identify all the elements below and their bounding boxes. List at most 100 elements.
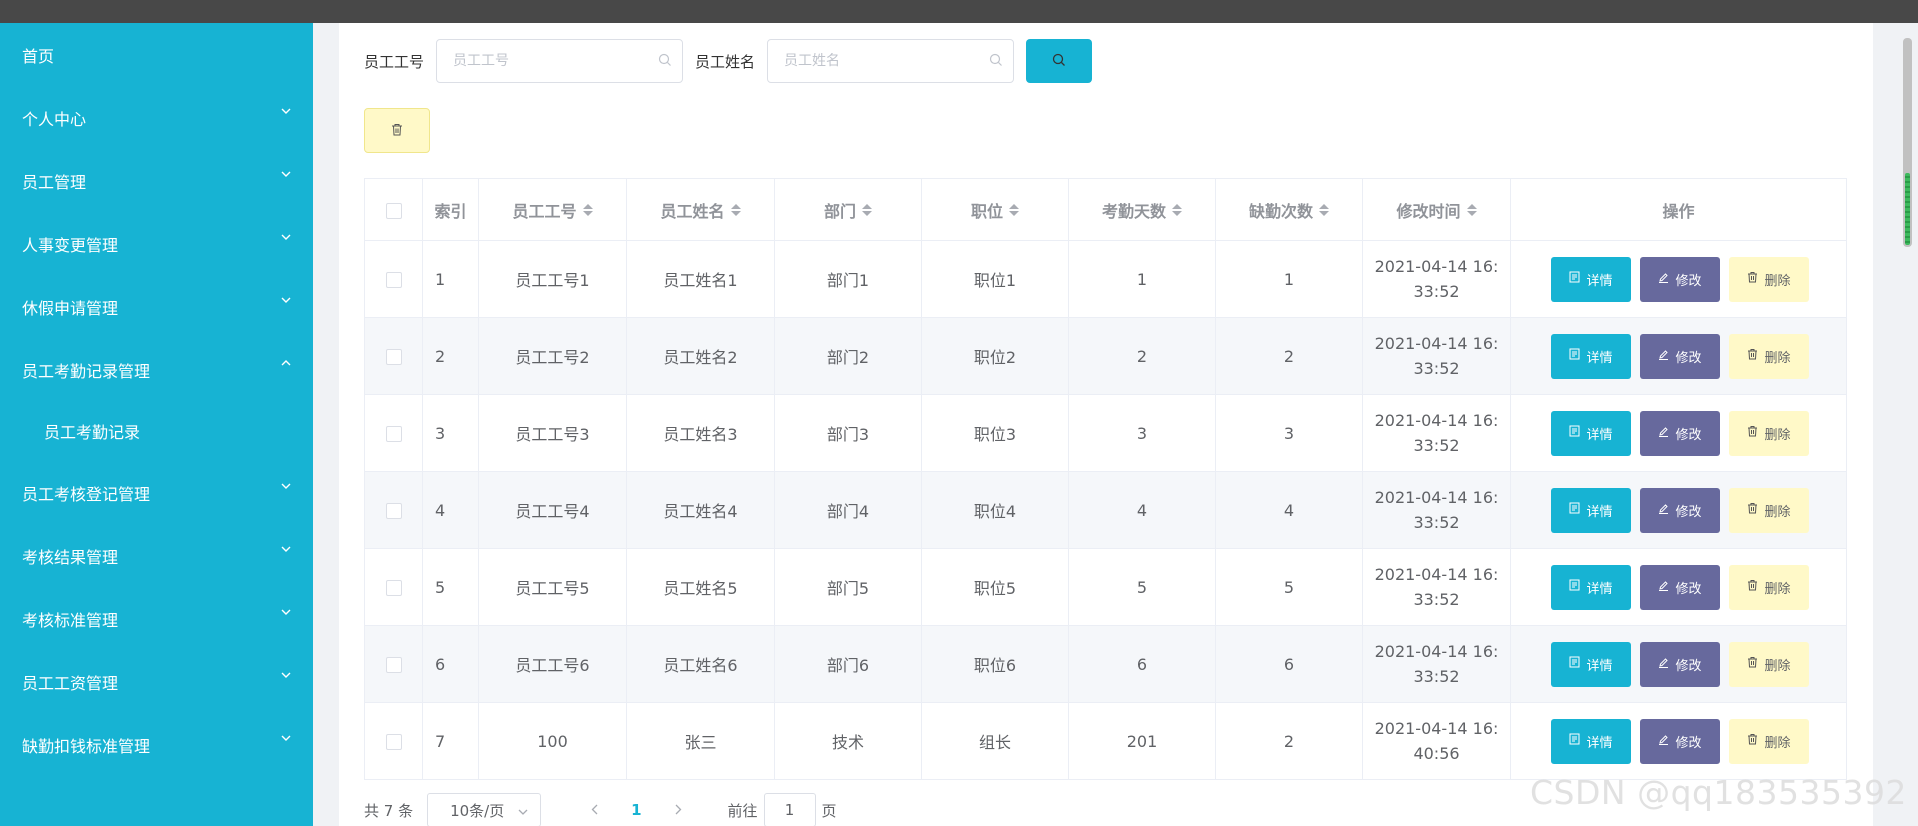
delete-button[interactable]: 删除 bbox=[1729, 256, 1809, 302]
emp-no-field[interactable] bbox=[436, 39, 684, 83]
cell-emp-name: 张三 bbox=[626, 702, 775, 780]
row-checkbox[interactable] bbox=[385, 734, 402, 750]
bulk-delete-button[interactable] bbox=[364, 108, 430, 153]
sidebar-subitem-attendance-record[interactable]: 员工考勤记录 bbox=[0, 401, 313, 461]
sidebar-subitem-label: 员工考勤记录 bbox=[44, 423, 141, 442]
page-number-current[interactable]: 1 bbox=[631, 801, 641, 819]
time-line-1: 2021-04-14 16: bbox=[1374, 719, 1499, 738]
detail-button[interactable]: 详情 bbox=[1551, 487, 1631, 533]
detail-button[interactable]: 详情 bbox=[1551, 410, 1631, 456]
sort-icon[interactable] bbox=[1172, 203, 1182, 216]
attendance-table: 索引 员工工号 员工姓名 部门 职位 考勤天数 缺勤次数 修改时间 操作 1 员工… bbox=[364, 178, 1847, 780]
table-row: 5 员工工号5 员工姓名5 部门5 职位5 5 5 2021-04-14 16: 33:52 详情… bbox=[364, 548, 1847, 626]
cell-attendance-days: 201 bbox=[1068, 702, 1216, 780]
cell-actions: 详情 修改 删除 bbox=[1510, 471, 1847, 549]
emp-no-input[interactable] bbox=[453, 53, 659, 69]
sidebar-item-assessment-standard[interactable]: 考核标准管理 bbox=[0, 587, 313, 650]
col-emp-no[interactable]: 员工工号 bbox=[478, 178, 627, 241]
row-select-cell bbox=[364, 548, 423, 626]
edit-button[interactable]: 修改 bbox=[1640, 718, 1720, 764]
cell-absence-count: 3 bbox=[1215, 394, 1363, 472]
sidebar-item-assessment-result[interactable]: 考核结果管理 bbox=[0, 524, 313, 587]
scrollbar-grip[interactable] bbox=[1905, 173, 1910, 245]
row-checkbox[interactable] bbox=[385, 349, 402, 365]
goto-page-input[interactable]: 1 bbox=[763, 793, 816, 826]
sidebar-item-personnel-change[interactable]: 人事变更管理 bbox=[0, 212, 313, 275]
edit-button[interactable]: 修改 bbox=[1640, 641, 1720, 687]
sidebar-item-label: 人事变更管理 bbox=[22, 235, 119, 255]
sidebar-item-home[interactable]: 首页 bbox=[0, 23, 313, 86]
time-line-1: 2021-04-14 16: bbox=[1374, 642, 1499, 661]
chevron-down-icon bbox=[281, 546, 291, 556]
col-attendance-days[interactable]: 考勤天数 bbox=[1068, 178, 1216, 241]
sort-icon[interactable] bbox=[1466, 203, 1477, 216]
delete-button[interactable]: 删除 bbox=[1729, 641, 1809, 687]
cell-emp-no: 员工工号2 bbox=[478, 317, 627, 395]
cell-index: 7 bbox=[422, 702, 479, 780]
delete-button[interactable]: 删除 bbox=[1729, 564, 1809, 610]
edit-button[interactable]: 修改 bbox=[1640, 564, 1720, 610]
detail-button[interactable]: 详情 bbox=[1551, 256, 1631, 302]
edit-label: 修改 bbox=[1675, 427, 1702, 443]
chevron-down-icon bbox=[281, 483, 291, 493]
cell-attendance-days: 4 bbox=[1068, 471, 1216, 549]
page-size-select[interactable]: 10条/页 bbox=[427, 793, 542, 826]
main-content: 员工工号 员工姓名 索引 员工工号 员工姓名 部门 职位 考勤天数 缺 bbox=[339, 23, 1873, 826]
next-page-button[interactable] bbox=[664, 801, 694, 819]
sort-icon[interactable] bbox=[582, 203, 593, 216]
table-row: 7 100 张三 技术 组长 201 2 2021-04-14 16: 40:56 详情 修改 删除 bbox=[364, 702, 1847, 780]
prev-page-button[interactable] bbox=[579, 801, 609, 819]
col-emp-name[interactable]: 员工姓名 bbox=[626, 178, 775, 241]
edit-button[interactable]: 修改 bbox=[1640, 487, 1720, 533]
col-dept[interactable]: 部门 bbox=[774, 178, 922, 241]
cell-emp-name: 员工姓名2 bbox=[626, 317, 775, 395]
pagination: 共 7 条 10条/页 1 前往 1 页 bbox=[364, 793, 837, 826]
edit-button[interactable]: 修改 bbox=[1640, 410, 1720, 456]
sort-icon[interactable] bbox=[862, 203, 872, 216]
detail-button[interactable]: 详情 bbox=[1551, 718, 1631, 764]
sidebar-item-salary[interactable]: 员工工资管理 bbox=[0, 650, 313, 713]
sidebar-item-employee[interactable]: 员工管理 bbox=[0, 149, 313, 212]
row-checkbox[interactable] bbox=[385, 580, 402, 596]
time-line-2: 33:52 bbox=[1413, 436, 1460, 455]
row-select-cell bbox=[364, 317, 423, 395]
pencil-icon bbox=[1658, 426, 1669, 441]
table-row: 4 员工工号4 员工姓名4 部门4 职位4 4 4 2021-04-14 16: 33:52 详情… bbox=[364, 471, 1847, 549]
detail-button[interactable]: 详情 bbox=[1551, 641, 1631, 687]
emp-name-input[interactable] bbox=[784, 53, 990, 69]
time-line-2: 33:52 bbox=[1413, 590, 1460, 609]
sort-icon[interactable] bbox=[730, 203, 741, 216]
sort-icon[interactable] bbox=[1319, 203, 1329, 216]
detail-button[interactable]: 详情 bbox=[1551, 564, 1631, 610]
row-checkbox[interactable] bbox=[385, 503, 402, 519]
delete-button[interactable]: 删除 bbox=[1729, 410, 1809, 456]
chevron-down-icon bbox=[281, 297, 291, 307]
cell-absence-count: 4 bbox=[1215, 471, 1363, 549]
detail-label: 详情 bbox=[1586, 427, 1613, 443]
edit-button[interactable]: 修改 bbox=[1640, 333, 1720, 379]
delete-button[interactable]: 删除 bbox=[1729, 718, 1809, 764]
row-checkbox[interactable] bbox=[385, 426, 402, 442]
time-line-1: 2021-04-14 16: bbox=[1374, 411, 1499, 430]
sidebar-item-personal-center[interactable]: 个人中心 bbox=[0, 86, 313, 149]
col-absence-count[interactable]: 缺勤次数 bbox=[1215, 178, 1363, 241]
emp-name-field[interactable] bbox=[767, 39, 1015, 83]
sidebar-item-assessment-register[interactable]: 员工考核登记管理 bbox=[0, 461, 313, 524]
sidebar-item-leave[interactable]: 休假申请管理 bbox=[0, 275, 313, 338]
sidebar-item-absence-deduction[interactable]: 缺勤扣钱标准管理 bbox=[0, 713, 313, 776]
select-all-checkbox[interactable] bbox=[385, 202, 402, 219]
col-modified-time[interactable]: 修改时间 bbox=[1362, 178, 1511, 241]
search-button[interactable] bbox=[1026, 39, 1093, 83]
delete-button[interactable]: 删除 bbox=[1729, 333, 1809, 379]
row-checkbox[interactable] bbox=[385, 272, 402, 288]
row-checkbox[interactable] bbox=[385, 657, 402, 673]
col-actions-label: 操作 bbox=[1662, 201, 1695, 221]
detail-button[interactable]: 详情 bbox=[1551, 333, 1631, 379]
delete-button[interactable]: 删除 bbox=[1729, 487, 1809, 533]
edit-button[interactable]: 修改 bbox=[1640, 256, 1720, 302]
col-actions: 操作 bbox=[1510, 178, 1847, 241]
col-position[interactable]: 职位 bbox=[921, 178, 1069, 241]
sidebar-item-attendance[interactable]: 员工考勤记录管理 bbox=[0, 338, 313, 401]
sort-icon[interactable] bbox=[1009, 203, 1019, 216]
search-icon bbox=[989, 52, 1003, 71]
